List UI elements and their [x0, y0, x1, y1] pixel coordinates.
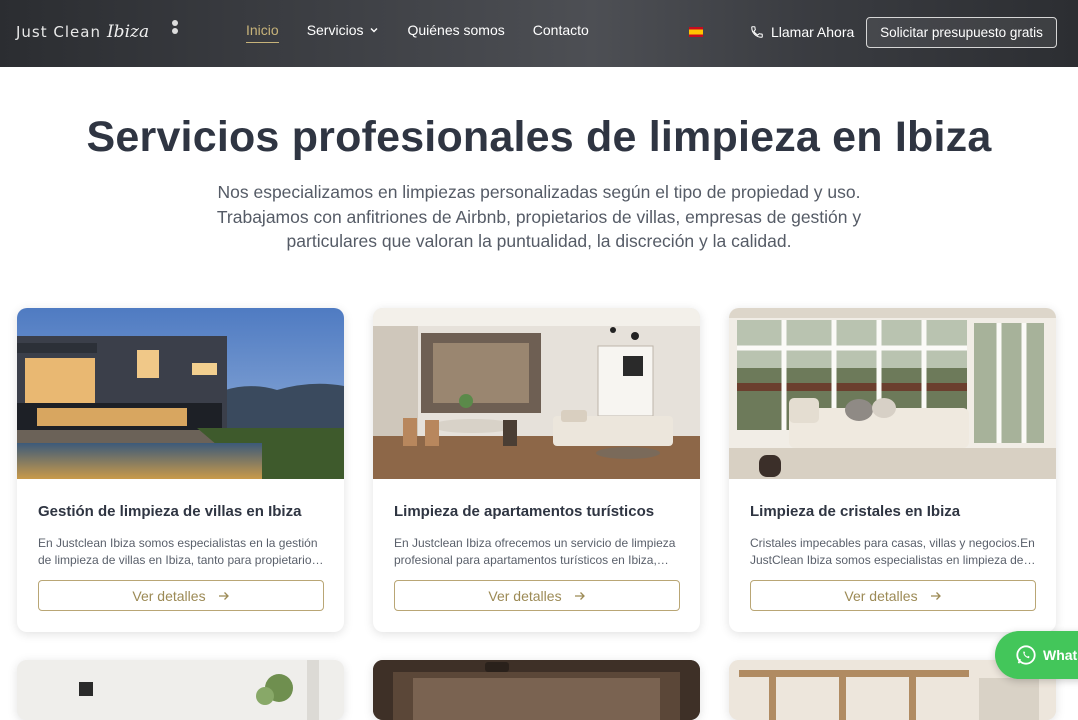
page-title: Servicios profesionales de limpieza en I… — [86, 113, 992, 161]
card-title: Limpieza de cristales en Ibiza — [750, 503, 961, 520]
whatsapp-label: Whats — [1043, 647, 1078, 663]
logo-text: Just Clean — [16, 23, 101, 41]
windows-image — [729, 308, 1056, 479]
nav-item-servicios[interactable]: Servicios — [307, 22, 380, 38]
nav-item-inicio[interactable]: Inicio — [246, 22, 279, 43]
service-card-partial — [373, 660, 700, 720]
whatsapp-button[interactable]: Whats — [995, 631, 1078, 679]
phone-icon — [751, 26, 763, 38]
villa-image — [17, 308, 344, 479]
logo-dots-icon — [172, 20, 178, 36]
details-button-label: Ver detalles — [132, 587, 206, 604]
card-title: Gestión de limpieza de villas en Ibiza — [38, 503, 302, 520]
apartment-image — [373, 308, 700, 479]
details-button[interactable]: Ver detalles — [394, 580, 680, 611]
whatsapp-icon — [1016, 645, 1036, 665]
card-description: Cristales impecables para casas, villas … — [750, 536, 1036, 567]
site-header: Just Clean Ibiza Inicio Servicios Quiéne… — [0, 0, 1078, 67]
details-button[interactable]: Ver detalles — [38, 580, 324, 611]
details-button[interactable]: Ver detalles — [750, 580, 1036, 611]
logo[interactable]: Just Clean Ibiza — [16, 14, 186, 50]
arrow-right-icon — [574, 591, 585, 600]
service-card-apartments: Limpieza de apartamentos turísticos En J… — [373, 308, 700, 632]
spanish-flag-icon[interactable] — [689, 27, 703, 37]
card-description: En Justclean Ibiza somos especialistas e… — [38, 536, 324, 567]
arrow-right-icon — [218, 591, 229, 600]
call-now-label: Llamar Ahora — [771, 24, 855, 40]
main-nav: Inicio Servicios Quiénes somos Contacto — [246, 22, 589, 43]
chevron-down-icon — [370, 28, 378, 33]
nav-item-quienes-somos[interactable]: Quiénes somos — [407, 22, 504, 38]
call-now-link[interactable]: Llamar Ahora — [750, 24, 854, 40]
arrow-right-icon — [930, 591, 941, 600]
nav-item-contacto[interactable]: Contacto — [533, 22, 589, 38]
details-button-label: Ver detalles — [488, 587, 562, 604]
nav-item-servicios-label: Servicios — [306, 22, 364, 38]
service-card-windows: Limpieza de cristales en Ibiza Cristales… — [729, 308, 1056, 632]
page-subtitle: Nos especializamos en limpiezas personal… — [216, 182, 862, 251]
service-card-villas: Gestión de limpieza de villas en Ibiza E… — [17, 308, 344, 632]
service-card-partial — [17, 660, 344, 720]
card-title: Limpieza de apartamentos turísticos — [394, 503, 655, 520]
details-button-label: Ver detalles — [844, 587, 918, 604]
logo-script: Ibiza — [106, 22, 150, 42]
quote-button[interactable]: Solicitar presupuesto gratis — [866, 17, 1057, 48]
card-description: En Justclean Ibiza ofrecemos un servicio… — [394, 536, 676, 567]
